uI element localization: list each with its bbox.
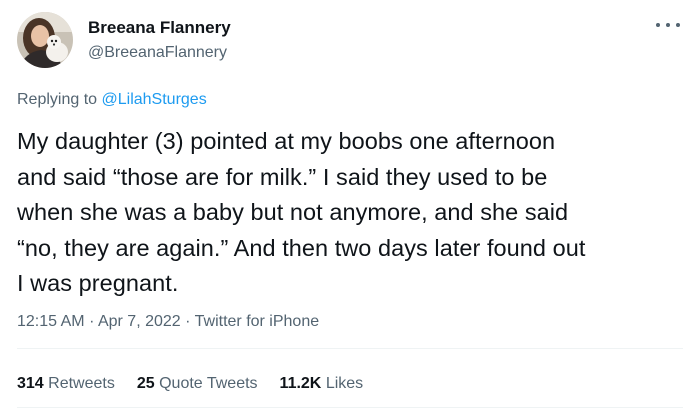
tweet-stats: 314 Retweets 25 Quote Tweets 11.2K Likes	[17, 374, 385, 394]
more-dot	[666, 23, 670, 27]
replying-to: Replying to @LilahSturges	[17, 90, 207, 110]
replying-to-label: Replying to	[17, 91, 98, 108]
meta-separator: ·	[89, 313, 95, 330]
author-handle[interactable]: @BreeanaFlannery	[88, 43, 227, 63]
author-display-name[interactable]: Breeana Flannery	[88, 18, 231, 38]
likes-stat[interactable]: 11.2K Likes	[280, 374, 364, 394]
more-horizontal-icon	[656, 23, 660, 27]
quotes-label: Quote Tweets	[159, 375, 258, 392]
more-options-button[interactable]	[654, 18, 682, 32]
tweet-source[interactable]: Twitter for iPhone	[195, 313, 320, 330]
tweet-meta: 12:15 AM · Apr 7, 2022 · Twitter for iPh…	[17, 312, 319, 332]
quotes-count: 25	[136, 375, 155, 392]
retweets-label: Retweets	[48, 375, 115, 392]
avatar-image	[17, 12, 73, 68]
likes-count: 11.2K	[279, 375, 322, 392]
likes-label: Likes	[325, 375, 364, 392]
tweet-text: My daughter (3) pointed at my boobs one …	[17, 128, 586, 296]
divider	[17, 348, 683, 349]
meta-separator: ·	[185, 313, 191, 330]
tweet-time[interactable]: 12:15 AM	[17, 313, 85, 330]
divider	[17, 407, 683, 408]
retweets-stat[interactable]: 314 Retweets	[17, 374, 115, 394]
more-dot	[676, 23, 680, 27]
avatar[interactable]	[17, 12, 73, 68]
retweets-count: 314	[17, 375, 44, 392]
quote-tweets-stat[interactable]: 25 Quote Tweets	[137, 374, 258, 394]
tweet-date[interactable]: Apr 7, 2022	[98, 313, 181, 330]
reply-mention-link[interactable]: @LilahSturges	[102, 91, 207, 108]
tweet-card: Breeana Flannery @BreeanaFlannery Replyi…	[0, 0, 700, 412]
